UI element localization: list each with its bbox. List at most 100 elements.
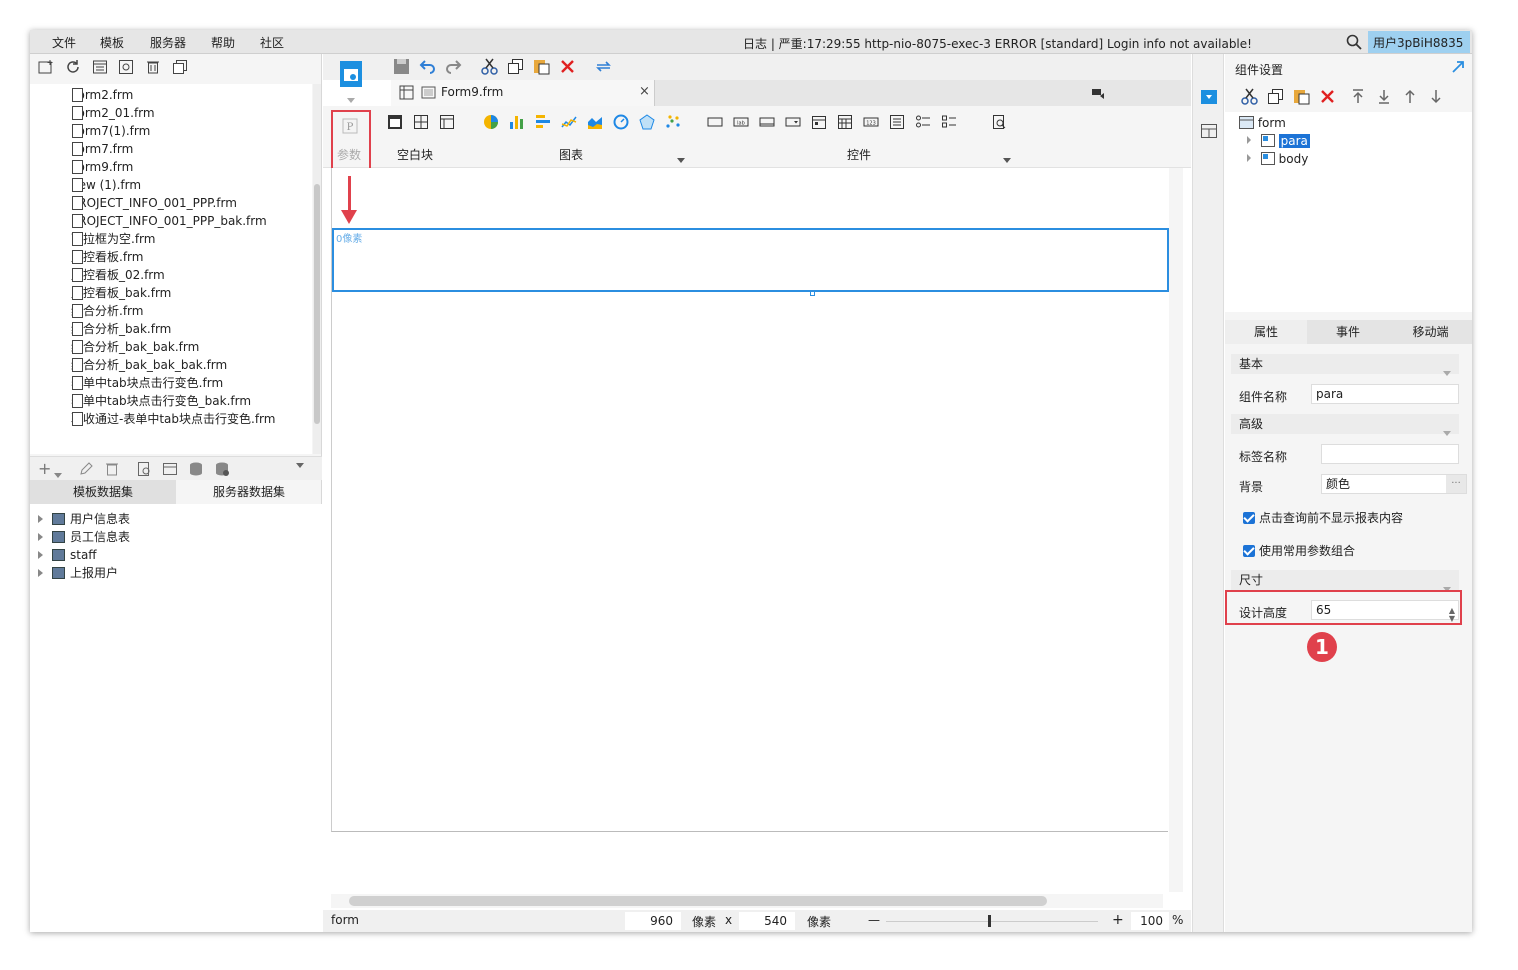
calendar-control-icon[interactable] [837, 114, 853, 130]
add-dataset-icon[interactable]: + [38, 459, 51, 478]
query-control-icon[interactable] [991, 114, 1007, 130]
absolute-block-icon[interactable] [439, 114, 455, 130]
chart-group-chevron-icon[interactable] [677, 152, 685, 166]
menu-community[interactable]: 社区 [260, 34, 284, 51]
tab-properties[interactable]: 属性 [1225, 320, 1307, 344]
checkbox-common-param-combo[interactable]: 使用常用参数组合 [1243, 542, 1355, 559]
area-chart-icon[interactable] [587, 114, 603, 130]
tree-node-para[interactable]: para [1247, 134, 1310, 148]
button-control-icon[interactable] [759, 114, 775, 130]
label-control-icon[interactable]: lab [733, 114, 749, 130]
canvas-horizontal-scrollbar[interactable] [331, 894, 1163, 908]
user-account[interactable]: 用户3pBiH8835 [1368, 31, 1470, 53]
zoom-out-button[interactable]: — [868, 913, 880, 927]
trash-icon[interactable] [104, 461, 120, 477]
template-icon[interactable] [92, 59, 108, 75]
file-item[interactable]: 验收通过-表单中tab块点击行变色.frm [30, 410, 312, 428]
tag-name-input[interactable] [1321, 444, 1459, 464]
file-item[interactable]: 表单中tab块点击行变色_bak.frm [30, 392, 312, 410]
switch-icon[interactable] [595, 58, 612, 75]
tab-mobile[interactable]: 移动端 [1389, 320, 1472, 344]
background-select[interactable]: 颜色 ··· [1321, 474, 1467, 494]
design-canvas[interactable]: 0像素 [331, 168, 1169, 832]
file-item[interactable]: 监控看板_bak.frm [30, 284, 312, 302]
zoom-slider[interactable] [886, 921, 1098, 922]
chevron-down-icon[interactable] [54, 467, 62, 481]
canvas-vertical-scrollbar[interactable] [1169, 168, 1183, 892]
file-item[interactable]: 表单中tab块点击行变色.frm [30, 374, 312, 392]
collapse-chevron-icon[interactable] [296, 457, 304, 471]
checkbox-group-icon[interactable] [941, 114, 957, 130]
report-type-chevron-icon[interactable] [347, 92, 355, 106]
edit-icon[interactable] [78, 461, 94, 477]
file-item[interactable]: Form7.frm [30, 140, 312, 158]
move-top-icon[interactable] [1351, 88, 1365, 105]
menu-template[interactable]: 模板 [100, 34, 124, 51]
tree-node-form[interactable]: form [1239, 116, 1286, 130]
expand-icon[interactable] [1247, 136, 1251, 144]
cut-icon[interactable] [1241, 88, 1258, 105]
component-settings-icon[interactable] [1201, 90, 1217, 104]
search-icon[interactable] [1346, 34, 1362, 50]
tab-server-dataset[interactable]: 服务器数据集 [176, 480, 322, 504]
save-icon[interactable] [393, 58, 410, 75]
bar-chart-icon[interactable] [509, 114, 525, 130]
file-item[interactable]: Form7(1).frm [30, 122, 312, 140]
log-message[interactable]: 日志 | 严重:17:29:55 http-nio-8075-exec-3 ER… [743, 35, 1252, 52]
settings-box-icon[interactable] [118, 59, 134, 75]
file-item[interactable]: 监控看板.frm [30, 248, 312, 266]
dataset-row[interactable]: 上报用户 [30, 564, 322, 582]
menu-help[interactable]: 帮助 [211, 34, 235, 51]
file-item[interactable]: PROJECT_INFO_001_PPP_bak.frm [30, 212, 312, 230]
menu-file[interactable]: 文件 [52, 34, 76, 51]
copy-icon[interactable] [507, 58, 524, 75]
height-input[interactable]: 540 [739, 912, 795, 930]
zoom-input[interactable]: 100 [1131, 912, 1169, 930]
undo-icon[interactable] [419, 58, 436, 75]
file-item[interactable]: 综合分析_bak_bak_bak.frm [30, 356, 312, 374]
dataset-row[interactable]: staff [30, 546, 322, 564]
background-more-button[interactable]: ··· [1446, 475, 1466, 493]
resize-handle[interactable] [810, 291, 815, 296]
tab-menu-icon[interactable] [1091, 86, 1105, 100]
file-item[interactable]: Form2_01.frm [30, 104, 312, 122]
cut-icon[interactable] [481, 58, 498, 75]
list-control-icon[interactable] [889, 114, 905, 130]
dataset-row[interactable]: 员工信息表 [30, 528, 322, 546]
section-advanced[interactable]: 高级 [1231, 414, 1459, 436]
pie-chart-icon[interactable] [483, 114, 499, 130]
database-config-icon[interactable] [214, 461, 230, 477]
delete-icon[interactable] [1319, 88, 1336, 105]
number-control-icon[interactable]: 123 [863, 114, 879, 130]
delete-icon[interactable] [559, 58, 576, 75]
file-item[interactable]: 监控看板_02.frm [30, 266, 312, 284]
dropdown-control-icon[interactable] [785, 114, 801, 130]
para-area[interactable]: 0像素 [332, 228, 1169, 296]
redo-icon[interactable] [445, 58, 462, 75]
expand-icon[interactable] [1247, 154, 1251, 162]
refresh-icon[interactable] [65, 59, 81, 75]
close-icon[interactable]: × [639, 84, 650, 99]
preview-icon[interactable] [136, 461, 152, 477]
copy-icon[interactable] [1267, 88, 1284, 105]
tab-events[interactable]: 事件 [1307, 320, 1389, 344]
move-up-icon[interactable] [1403, 88, 1417, 105]
zoom-slider-thumb[interactable] [988, 915, 991, 927]
new-folder-icon[interactable] [38, 59, 54, 75]
file-item[interactable]: PROJECT_INFO_001_PPP.frm [30, 194, 312, 212]
component-name-input[interactable]: para [1311, 384, 1459, 404]
file-item[interactable]: 综合分析_bak.frm [30, 320, 312, 338]
file-item[interactable]: 综合分析.frm [30, 302, 312, 320]
textbox-control-icon[interactable] [707, 114, 723, 130]
radio-group-icon[interactable] [915, 114, 931, 130]
paste-icon[interactable] [533, 58, 550, 75]
radar-chart-icon[interactable] [639, 114, 655, 130]
layout-icon[interactable] [1201, 124, 1217, 138]
delete-icon[interactable] [145, 59, 161, 75]
section-size[interactable]: 尺寸 [1231, 570, 1459, 592]
scatter-chart-icon[interactable] [665, 114, 681, 130]
file-item[interactable]: 下拉框为空.frm [30, 230, 312, 248]
file-item[interactable]: Form9.frm [30, 158, 312, 176]
expand-panel-icon[interactable] [1451, 60, 1465, 74]
tab-template-dataset[interactable]: 模板数据集 [30, 480, 176, 504]
